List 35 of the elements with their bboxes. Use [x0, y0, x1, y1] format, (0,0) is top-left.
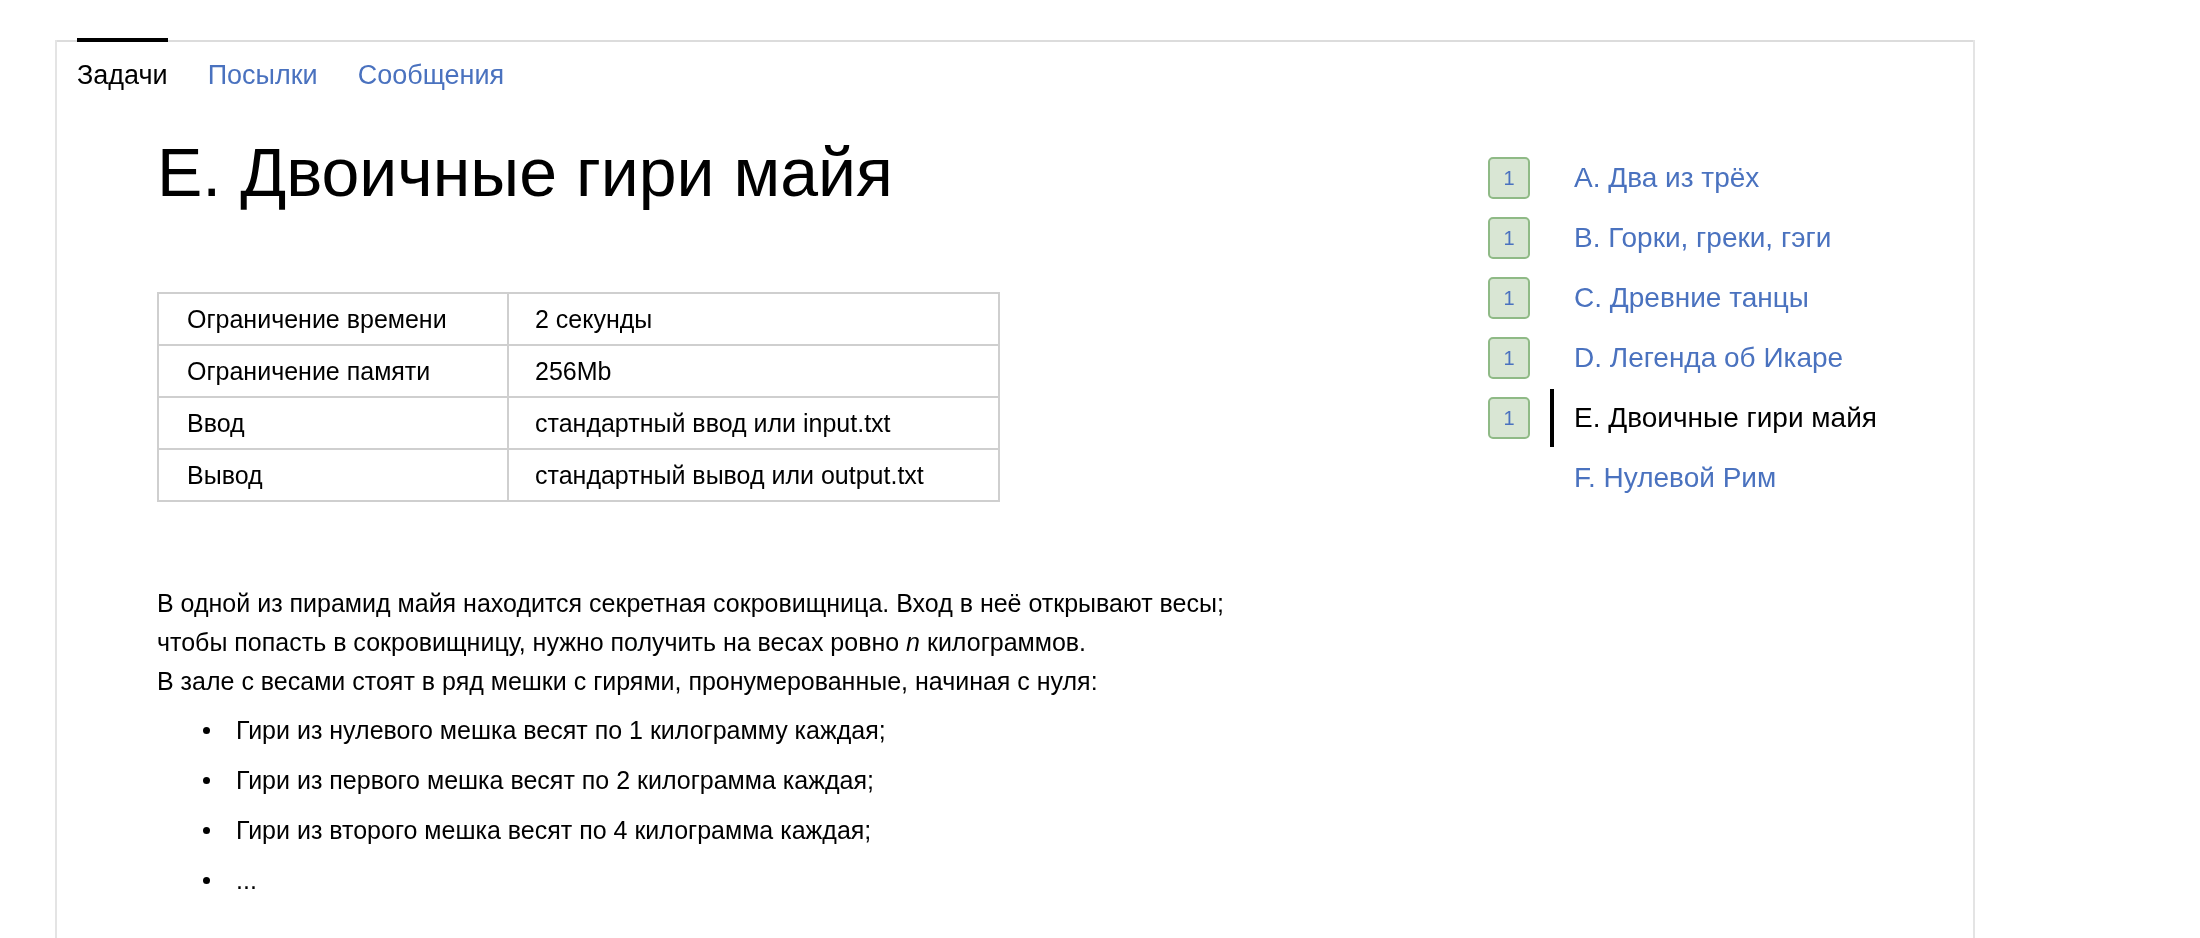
problem-link[interactable]: C. Древние танцы	[1574, 282, 1809, 314]
table-cell: стандартный ввод или input.txt	[508, 397, 999, 449]
score-badge: 1	[1488, 157, 1530, 199]
table-cell: Вывод	[158, 449, 508, 501]
nav-tab[interactable]: Посылки	[207, 38, 318, 91]
score-badge: 1	[1488, 217, 1530, 259]
problem-link[interactable]: B. Горки, греки, гэги	[1574, 222, 1832, 254]
problem-link[interactable]: F. Нулевой Рим	[1574, 462, 1777, 494]
bullet-icon	[203, 776, 210, 784]
list-item-text: Гири из второго мешка весят по 4 килограмма каждая;	[236, 815, 872, 845]
list-item-text: Гири из первого мешка весят по 2 килограмма каждая;	[236, 765, 874, 795]
problem-link[interactable]: E. Двоичные гири майя	[1574, 402, 1877, 434]
bullet-icon	[203, 726, 210, 734]
problem-title: E. Двоичные гири майя	[157, 133, 894, 212]
bullet-icon	[203, 826, 210, 834]
problem-link[interactable]: A. Два из трёх	[1574, 162, 1760, 194]
list-item-text: ...	[236, 865, 257, 895]
table-cell: 2 секунды	[508, 293, 999, 345]
problem-link[interactable]: D. Легенда об Икаре	[1574, 342, 1844, 374]
table-cell: стандартный вывод или output.txt	[508, 449, 999, 501]
nav-tab[interactable]: Задачи	[77, 38, 168, 91]
table-cell: 256Mb	[508, 345, 999, 397]
score-badge: 1	[1488, 337, 1530, 379]
nav-tab[interactable]: Сообщения	[357, 38, 505, 91]
table-cell: Ввод	[158, 397, 508, 449]
table-cell: Ограничение времени	[158, 293, 508, 345]
statement-text: В одной из пирамид майя находится секретная сокровищница. Вход в неё открывают весы;	[157, 588, 1225, 619]
score-badge: 1	[1488, 397, 1530, 439]
selection-bar	[1550, 389, 1554, 447]
statement-text: В зале с весами стоят в ряд мешки с гирями, пронумерованные, начиная с нуля:	[157, 666, 1099, 697]
statement-text: чтобы попасть в сокровищницу, нужно получить на весах ровно n килограммов.	[157, 627, 1088, 658]
list-item-text: Гири из нулевого мешка весят по 1 килограмму каждая;	[236, 715, 886, 745]
bullet-icon	[203, 876, 210, 884]
table-cell: Ограничение памяти	[158, 345, 508, 397]
score-badge: 1	[1488, 277, 1530, 319]
